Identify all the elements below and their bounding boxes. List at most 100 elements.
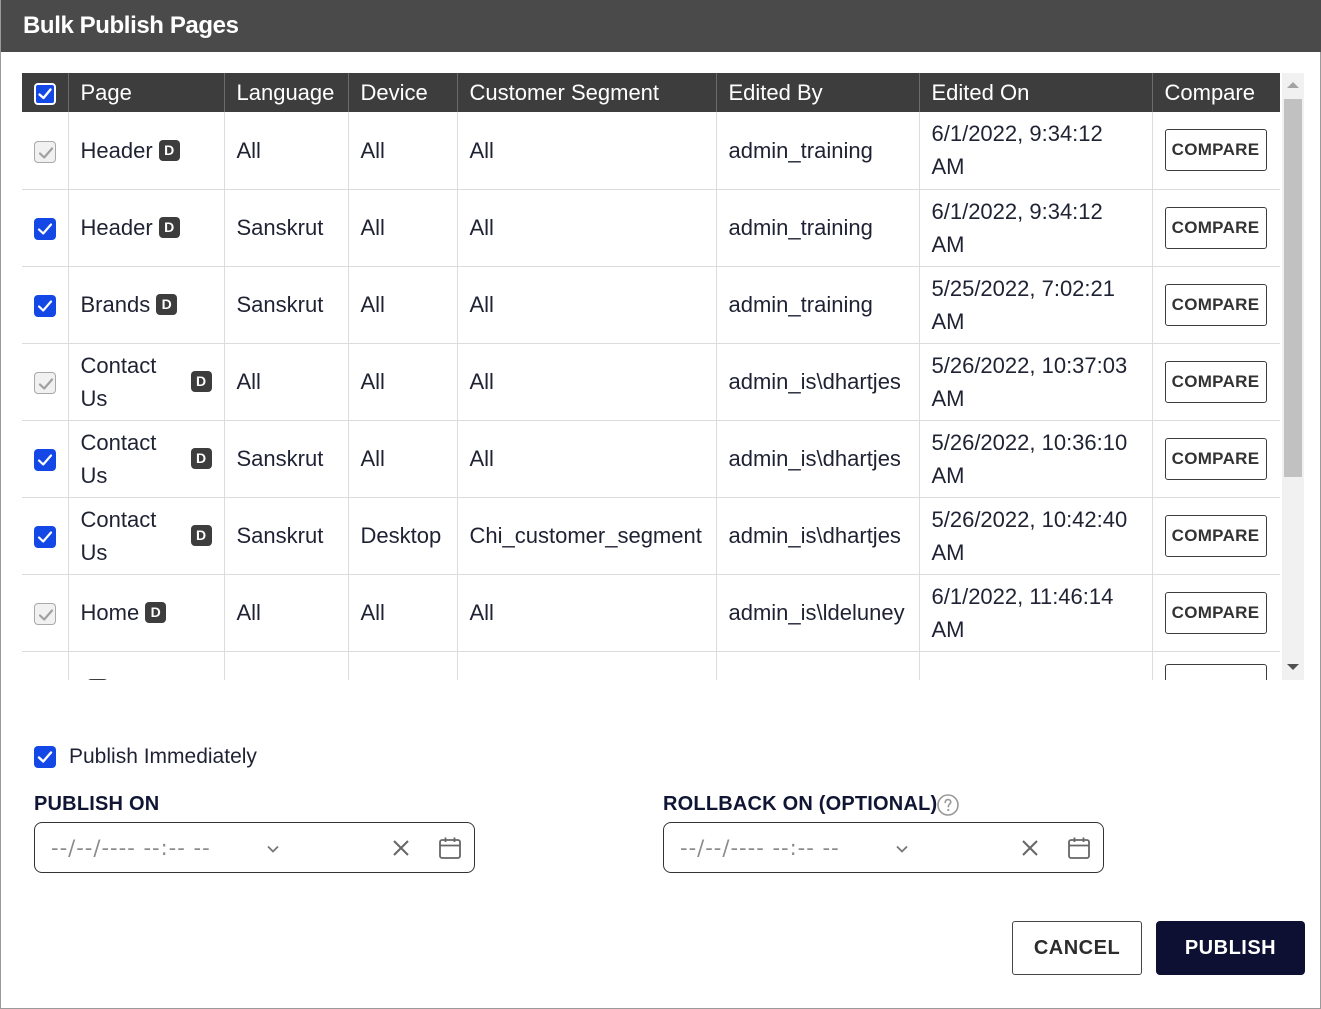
scroll-up-icon[interactable] xyxy=(1287,82,1299,88)
edited-by-cell xyxy=(716,651,920,680)
compare-button[interactable] xyxy=(1164,664,1267,680)
compare-button[interactable]: COMPARE xyxy=(1164,206,1267,249)
device-cell: All xyxy=(348,574,458,652)
compare-cell: COMPARE xyxy=(1152,189,1280,267)
edited-on-cell: 5/26/2022, 10:36:10 AM xyxy=(919,420,1153,498)
table-row[interactable]: Header D Sanskrut All All admin_training 6/1/2… xyxy=(22,189,1280,267)
column-header-edited-on[interactable]: Edited On xyxy=(919,73,1153,112)
edited-by-cell: admin_training xyxy=(716,112,920,190)
compare-cell xyxy=(1152,651,1280,680)
compare-button[interactable]: COMPARE xyxy=(1164,129,1267,172)
check-icon xyxy=(37,300,52,312)
row-select-cell xyxy=(22,651,69,680)
edited-on-cell: 6/1/2022, 9:34:12 AM xyxy=(919,189,1153,267)
device-cell: All xyxy=(348,189,458,267)
publish-immediately-option[interactable]: Publish Immediately xyxy=(34,745,257,769)
draft-badge: D xyxy=(190,525,212,546)
language-cell xyxy=(224,651,349,680)
row-select-cell xyxy=(22,189,69,267)
row-select-cell xyxy=(22,574,69,652)
edited-by-cell: admin_is\dhartjes xyxy=(716,343,920,421)
column-header-page[interactable]: Page xyxy=(68,73,225,112)
row-checkbox[interactable] xyxy=(33,526,56,549)
cancel-button[interactable]: CANCEL xyxy=(1012,921,1142,975)
draft-badge: D xyxy=(145,602,167,623)
table-row[interactable]: Home D All All All admin_is\ldeluney 6/1/2022,… xyxy=(22,574,1280,652)
edited-by-cell: admin_training xyxy=(716,189,920,267)
publish-immediately-checkbox[interactable] xyxy=(34,746,56,768)
chevron-down-icon[interactable] xyxy=(265,841,281,857)
device-cell: All xyxy=(348,112,458,190)
check-icon xyxy=(38,147,53,159)
page-cell: Contact Us D xyxy=(68,497,225,575)
rollback-on-input[interactable]: --/--/---- --:-- -- xyxy=(663,822,1104,873)
rollback-on-placeholder: --/--/---- --:-- -- xyxy=(680,836,840,860)
close-icon[interactable] xyxy=(390,837,412,859)
publish-on-label: PUBLISH ON xyxy=(34,793,160,815)
publish-button[interactable]: PUBLISH xyxy=(1156,921,1305,975)
help-icon[interactable] xyxy=(936,793,960,817)
language-cell: Sanskrut xyxy=(224,189,349,267)
draft-badge: D xyxy=(156,294,178,315)
page-name: Contact Us xyxy=(80,429,157,488)
edited-by-cell: admin_is\dhartjes xyxy=(716,420,920,498)
row-checkbox[interactable] xyxy=(33,449,56,472)
table-row[interactable]: Contact Us D Sanskrut All All admin_is\dhartj… xyxy=(22,420,1280,498)
compare-button[interactable]: COMPARE xyxy=(1164,437,1267,480)
row-checkbox[interactable] xyxy=(33,295,56,318)
table-row[interactable]: D 6/1/2022, 11:46:14 xyxy=(22,651,1280,680)
edited-by-cell: admin_is\dhartjes xyxy=(716,497,920,575)
check-icon xyxy=(38,87,52,99)
compare-button[interactable]: COMPARE xyxy=(1164,283,1267,326)
page-name: Header xyxy=(80,137,153,163)
table-row[interactable]: Brands D Sanskrut All All admin_training 5/25/… xyxy=(22,266,1280,344)
column-header-edited-by[interactable]: Edited By xyxy=(716,73,920,112)
table-header-row: Page Language Device Customer Segment Ed… xyxy=(22,73,1280,112)
compare-cell: COMPARE xyxy=(1152,420,1280,498)
row-checkbox xyxy=(33,140,56,163)
compare-button[interactable]: COMPARE xyxy=(1164,360,1267,403)
compare-cell: COMPARE xyxy=(1152,574,1280,652)
page-name: Header xyxy=(80,215,153,240)
bulk-publish-dialog: Bulk Publish Pages Page Language Device … xyxy=(0,0,1321,1009)
dialog-title: Bulk Publish Pages xyxy=(23,12,239,39)
column-header-customer-segment[interactable]: Customer Segment xyxy=(457,73,717,112)
compare-button[interactable]: COMPARE xyxy=(1164,514,1267,557)
table-row[interactable]: Header D All All All admin_training 6/1/2022, … xyxy=(22,112,1280,190)
column-header-device[interactable]: Device xyxy=(348,73,458,112)
compare-button[interactable]: COMPARE xyxy=(1164,591,1267,634)
check-icon xyxy=(37,751,53,763)
draft-badge: D xyxy=(158,217,180,238)
page-name: Contact Us xyxy=(80,506,157,565)
check-icon xyxy=(38,378,53,390)
publish-on-input[interactable]: --/--/---- --:-- -- xyxy=(34,822,475,873)
compare-cell: COMPARE xyxy=(1152,112,1280,190)
page-name: Brands xyxy=(80,292,151,317)
page-cell: Brands D xyxy=(68,266,225,344)
check-icon xyxy=(37,454,52,466)
scrollbar-thumb[interactable] xyxy=(1284,99,1302,477)
check-icon xyxy=(37,223,52,235)
customer-segment-cell: All xyxy=(457,574,717,652)
device-cell xyxy=(348,651,458,680)
close-icon[interactable] xyxy=(1019,837,1041,859)
customer-segment-cell: Chi_customer_segment xyxy=(457,497,717,575)
row-select-cell xyxy=(22,112,69,190)
dialog-header: Bulk Publish Pages xyxy=(1,0,1321,52)
compare-cell: COMPARE xyxy=(1152,343,1280,421)
chevron-down-icon[interactable] xyxy=(894,841,910,857)
table-row[interactable]: Contact Us D All All All admin_is\dhartjes 5/2… xyxy=(22,343,1280,421)
draft-badge: D xyxy=(86,679,108,680)
table-scrollbar[interactable] xyxy=(1282,73,1304,680)
customer-segment-cell xyxy=(457,651,717,680)
select-all-checkbox[interactable] xyxy=(33,82,56,105)
row-checkbox[interactable] xyxy=(33,218,56,241)
device-cell: All xyxy=(348,420,458,498)
calendar-icon[interactable] xyxy=(1066,835,1092,861)
calendar-icon[interactable] xyxy=(437,835,463,861)
language-cell: Sanskrut xyxy=(224,497,349,575)
table-row[interactable]: Contact Us D Sanskrut Desktop Chi_customer_s… xyxy=(22,497,1280,575)
draft-badge: D xyxy=(190,448,212,469)
scroll-down-icon[interactable] xyxy=(1287,664,1299,670)
column-header-language[interactable]: Language xyxy=(224,73,349,112)
